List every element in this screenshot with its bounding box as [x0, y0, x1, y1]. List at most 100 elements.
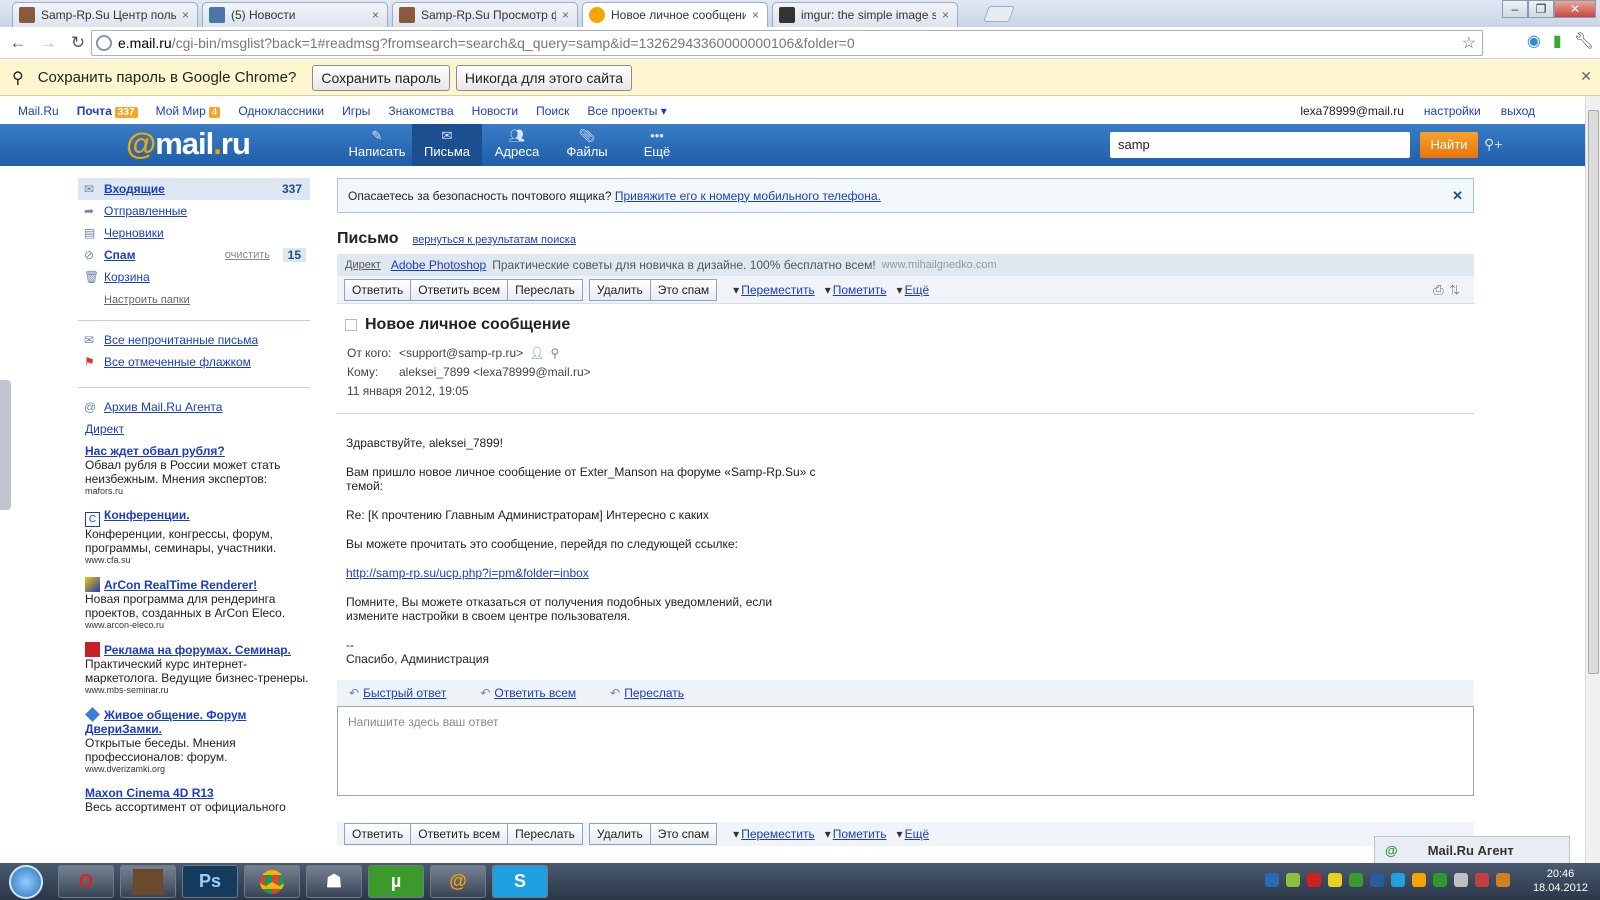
direct-link[interactable]: Директ [85, 422, 124, 436]
tab-close-icon[interactable]: × [752, 8, 759, 22]
nav-addresses[interactable]: 👥︎ Адреса [482, 124, 552, 166]
tab-close-icon[interactable]: × [372, 8, 379, 22]
mark-dropdown[interactable]: Пометить [825, 827, 887, 841]
skype-taskbar-button[interactable]: S [492, 865, 548, 898]
browser-tab-3[interactable]: Samp-Rp.Su Просмотр фо × [392, 2, 578, 27]
nav-compose[interactable]: ✎ Написать [342, 124, 412, 166]
start-button[interactable] [0, 863, 52, 900]
volume-icon[interactable] [1454, 873, 1468, 887]
ad-block[interactable]: Реклама на форумах. Семинар. Практически… [78, 642, 310, 695]
bind-phone-link[interactable]: Привяжите его к номеру мобильного телефо… [615, 189, 881, 203]
tab-close-icon[interactable]: × [562, 8, 569, 22]
logout-link[interactable]: выход [1501, 104, 1535, 118]
forward-arrow-icon[interactable]: → [36, 33, 60, 53]
game-taskbar-button[interactable] [120, 865, 176, 898]
portal-mail-link[interactable]: Почта 337 [77, 104, 138, 118]
tray-icon[interactable] [1475, 873, 1489, 887]
folder-label[interactable]: Входящие [104, 182, 165, 196]
back-to-results-link[interactable]: вернуться к результатам поиска [412, 234, 575, 246]
ad-block[interactable]: Нас ждет обвал рубля? Обвал рубля в Росс… [78, 444, 310, 496]
mailru-agent-taskbar-button[interactable]: @ [430, 865, 486, 898]
ad-block[interactable]: Живое общение. Форум ДвериЗамки. Открыты… [78, 707, 310, 774]
scrollbar-thumb[interactable] [1588, 110, 1599, 674]
tray-icon[interactable] [1433, 873, 1447, 887]
back-arrow-icon[interactable]: ← [6, 33, 30, 53]
portal-search-link[interactable]: Поиск [536, 104, 569, 118]
tray-icon[interactable] [1370, 873, 1384, 887]
portal-dating-link[interactable]: Знакомства [388, 104, 453, 118]
folder-label[interactable]: Спам [104, 248, 135, 262]
side-panel-handle[interactable] [0, 380, 11, 510]
nav-more[interactable]: ••• Ещё [622, 124, 692, 166]
mailru-logo[interactable]: @mail.ru [126, 126, 251, 162]
mail-search-input[interactable]: samp [1110, 132, 1410, 158]
extension-icon[interactable]: ◉ [1527, 31, 1541, 51]
direct-label[interactable]: Директ [345, 259, 381, 271]
close-window-button[interactable]: ✕ [1554, 0, 1596, 18]
ad-block[interactable]: Maxon Cinema 4D R13 Весь ассортимент от … [78, 786, 310, 814]
portal-all-projects-dropdown[interactable]: Все проекты ▾ [587, 104, 666, 118]
reload-icon[interactable]: ↻ [66, 33, 90, 53]
portal-news-link[interactable]: Новости [472, 104, 518, 118]
forward-button[interactable]: Переслать [508, 823, 583, 845]
more-dropdown[interactable]: Ещё [897, 283, 930, 297]
agent-archive[interactable]: @ Архив Mail.Ru Агента [78, 396, 310, 418]
mailru-agent-panel[interactable]: @ Mail.Ru Агент [1374, 836, 1570, 863]
tray-icon[interactable] [1265, 873, 1279, 887]
system-clock[interactable]: 20:46 18.04.2012 [1533, 867, 1588, 895]
utorrent-taskbar-button[interactable]: µ [368, 865, 424, 898]
wrench-icon[interactable]: 🔧︎ [1574, 31, 1594, 51]
ad-block[interactable]: ArCon RealTime Renderer! Новая программа… [78, 577, 310, 630]
close-icon[interactable]: ✕ [1580, 68, 1592, 85]
reply-all-link[interactable]: Ответить всем [480, 686, 576, 700]
browser-tab-4-active[interactable]: Новое личное сообщение × [582, 2, 768, 27]
move-dropdown[interactable]: Переместить [733, 827, 815, 841]
move-dropdown[interactable]: Переместить [733, 283, 815, 297]
unread-filter[interactable]: ✉ Все непрочитанные письма [78, 329, 310, 351]
tab-close-icon[interactable]: × [182, 8, 189, 22]
chrome-taskbar-button[interactable] [244, 865, 300, 898]
forward-button[interactable]: Переслать [508, 278, 583, 301]
quick-reply-textarea[interactable]: Напишите здесь ваш ответ [337, 706, 1474, 796]
folder-label[interactable]: Корзина [104, 270, 150, 284]
minimize-button[interactable]: – [1502, 0, 1528, 18]
browser-tab-1[interactable]: Samp-Rp.Su Центр пользо × [12, 2, 198, 27]
browser-tab-2[interactable]: (5) Новости × [202, 2, 388, 27]
advanced-search-icon[interactable]: ⚲+ [1484, 136, 1502, 153]
bookmark-star-icon[interactable]: ☆ [1462, 33, 1476, 53]
portal-ok-link[interactable]: Одноклассники [238, 104, 324, 118]
address-bar[interactable]: e.mail.ru/cgi-bin/msglist?back=1#readmsg… [91, 30, 1483, 56]
more-dropdown[interactable]: Ещё [897, 827, 930, 841]
folder-label[interactable]: Черновики [104, 226, 164, 240]
print-icon[interactable]: ⎙⇅ [1433, 282, 1466, 298]
tab-close-icon[interactable]: × [942, 8, 949, 22]
tray-icon[interactable] [1307, 873, 1321, 887]
tray-icon[interactable] [1391, 873, 1405, 887]
mark-dropdown[interactable]: Пометить [825, 283, 887, 297]
clean-spam-link[interactable]: очистить [225, 249, 270, 261]
reply-button[interactable]: Ответить [344, 278, 412, 301]
flag-toggle-icon[interactable] [345, 319, 357, 331]
spam-button[interactable]: Это спам [650, 278, 718, 301]
portal-games-link[interactable]: Игры [342, 104, 370, 118]
delete-button[interactable]: Удалить [588, 278, 651, 301]
counter-strike-taskbar-button[interactable]: ☗ [306, 865, 362, 898]
tray-icon[interactable] [1412, 873, 1426, 887]
settings-link[interactable]: настройки [1424, 104, 1481, 118]
reply-all-button[interactable]: Ответить всем [411, 278, 509, 301]
reply-button[interactable]: Ответить [344, 823, 412, 845]
add-contact-icon[interactable]: 👤︎ [529, 346, 544, 360]
portal-mailru-link[interactable]: Mail.Ru [18, 104, 59, 118]
signal-icon[interactable]: ▮ [1553, 31, 1562, 51]
folder-sent[interactable]: ➦ Отправленные [78, 200, 310, 222]
folder-inbox[interactable]: ✉ Входящие 337 [78, 178, 310, 200]
quick-reply-link[interactable]: Быстрый ответ [349, 686, 446, 700]
folder-drafts[interactable]: ▤ Черновики [78, 222, 310, 244]
spam-button[interactable]: Это спам [650, 823, 718, 845]
flagged-filter[interactable]: ⚑ Все отмеченные флажком [78, 351, 310, 373]
nav-letters[interactable]: ✉ Письма [412, 124, 482, 166]
tray-icon[interactable] [1286, 873, 1300, 887]
folder-spam[interactable]: ⊘ Спам очистить 15 [78, 244, 310, 266]
sender-address[interactable]: <support@samp-rp.ru> [399, 346, 523, 360]
tray-icon[interactable] [1349, 873, 1363, 887]
